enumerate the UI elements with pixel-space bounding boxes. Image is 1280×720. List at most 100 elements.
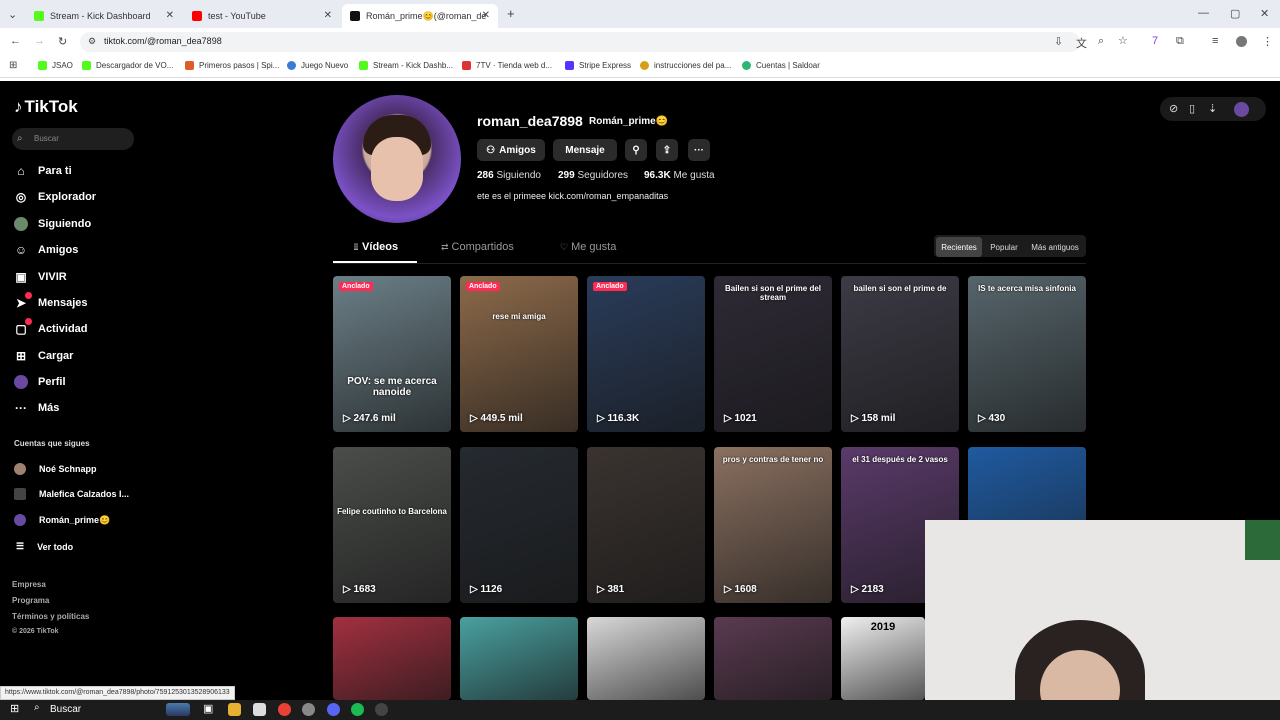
nav-item-perfil[interactable]: Perfil [14,375,66,389]
bookmark-item[interactable]: Primeros pasos | Spi... [185,61,279,70]
following-account[interactable]: Román_prime😊 [14,514,110,526]
forward-icon[interactable]: → [34,35,45,47]
bookmark-item[interactable]: Cuentas | Saldoar [742,61,820,70]
app-icon[interactable] [375,703,388,716]
tab-liked[interactable]: ♡ Me gusta [560,241,616,253]
tab-reposts[interactable]: ⇄ Compartidos [441,241,514,253]
video-thumbnail[interactable]: ▷ 1126 [460,447,578,603]
search-input[interactable]: Buscar [12,128,134,150]
bookmark-item[interactable]: instrucciones del pa... [640,61,731,70]
sort-popular[interactable]: Popular [984,237,1024,257]
nav-item-explorador[interactable]: ◎ Explorador [14,190,96,204]
video-thumbnail[interactable] [460,617,578,700]
browser-tab[interactable]: Stream - Kick Dashboard ✕ [26,4,182,28]
nav-item-mas[interactable]: ··· Más [14,401,59,415]
nav-item-mensajes[interactable]: ➤ Mensajes [14,296,88,310]
stat-following[interactable]: 286 Siguiendo [477,170,541,181]
url-text[interactable]: tiktok.com/@roman_dea7898 [104,36,222,46]
video-thumbnail[interactable]: ▷ 381 [587,447,705,603]
obs-icon[interactable] [302,703,315,716]
discord-icon[interactable] [327,703,340,716]
bookmark-item[interactable]: Descargador de VO... [82,61,173,70]
new-tab-button[interactable]: + [507,6,515,21]
nav-item-para-ti[interactable]: ⌂ Para ti [14,164,71,178]
video-thumbnail[interactable] [714,617,832,700]
zoom-icon[interactable]: ⌕ [1098,35,1104,48]
tab-search-icon[interactable]: ⌄ [8,8,17,21]
footer-link[interactable]: Programa [12,596,49,605]
reload-icon[interactable]: ↻ [58,35,67,48]
bookmark-item[interactable]: JSAO [38,61,73,70]
tab-videos[interactable]: ⦙⦙ Vídeos [354,241,398,253]
menu-icon[interactable]: ⋮ [1262,35,1273,48]
install-icon[interactable]: ⇩ [1054,35,1063,48]
windows-start-icon[interactable]: ⊞ [10,702,19,715]
sort-recent[interactable]: Recientes [936,237,982,257]
video-thumbnail[interactable]: Bailen si son el prime del stream ▷ 1021 [714,276,832,432]
video-thumbnail[interactable]: Anclado POV: se me acerca nanoide ▷ 247.6 … [333,276,451,432]
video-thumbnail[interactable]: bailen si son el prime de ▷ 158 mil [841,276,959,432]
nav-item-vivir[interactable]: ▣ VIVIR [14,270,66,284]
footer-link[interactable]: Empresa [12,580,46,589]
video-thumbnail[interactable]: pros y contras de tener no ▷ 1608 [714,447,832,603]
nav-item-cargar[interactable]: ⊞ Cargar [14,349,74,363]
close-window-icon[interactable]: ✕ [1260,7,1269,20]
bookmark-item[interactable]: Juego Nuevo [287,61,348,70]
share-button[interactable]: ⇪ [656,139,678,161]
apps-icon[interactable]: ⊞ [9,60,17,71]
extension-7tv-icon[interactable]: 7 [1152,35,1158,47]
video-thumbnail[interactable] [587,617,705,700]
see-all-link[interactable]: ☰ Ver todo [14,541,73,552]
device-icon[interactable]: ▯ [1189,102,1195,115]
chrome-icon[interactable] [278,703,291,716]
following-account[interactable]: Malefica Calzados I... [14,488,129,500]
close-tab-icon[interactable]: ✕ [166,10,174,21]
add-friend-button[interactable]: ⚲ [625,139,647,161]
browser-tab-active[interactable]: Román_prime😊(@roman_de... ✕ [342,4,498,28]
translate-icon[interactable]: 文 [1076,35,1087,51]
video-thumbnail[interactable]: Felipe coutinho to Barcelona ▷ 1683 [333,447,451,603]
profile-avatar[interactable] [333,95,461,223]
bookmark-item[interactable]: Stripe Express [565,61,631,70]
taskbar-search-input[interactable]: Buscar [50,704,81,715]
browser-tab[interactable]: test - YouTube ✕ [184,4,340,28]
back-icon[interactable]: ← [10,35,21,47]
minimize-icon[interactable]: — [1198,7,1209,19]
nav-item-siguiendo[interactable]: Siguiendo [14,217,91,231]
bookmark-item[interactable]: Stream - Kick Dashb... [359,61,453,70]
maximize-icon[interactable]: ▢ [1230,7,1240,20]
extensions-icon[interactable]: ⧉ [1176,35,1184,48]
stat-followers[interactable]: 299 Seguidores [558,170,628,181]
message-button[interactable]: Mensaje [553,139,617,161]
more-options-button[interactable]: ··· [688,139,710,161]
bookmark-item[interactable]: 7TV · Tienda web d... [462,61,552,70]
spotify-icon[interactable] [351,703,364,716]
video-thumbnail[interactable]: IS te acerca misa sinfonia ▷ 430 [968,276,1086,432]
profile-avatar-icon[interactable] [1236,36,1247,47]
video-thumbnail[interactable] [333,617,451,700]
store-icon[interactable] [253,703,266,716]
video-thumbnail[interactable]: 2019 [841,617,925,700]
taskbar-search-icon[interactable]: ⌕ [34,702,40,713]
nav-item-amigos[interactable]: ☺ Amigos [14,243,78,257]
sort-oldest[interactable]: Más antiguos [1026,237,1084,257]
site-info-icon[interactable]: ⚙ [88,36,96,47]
bookmark-star-icon[interactable]: ☆ [1118,34,1128,47]
close-tab-icon[interactable]: ✕ [482,10,490,21]
coins-icon[interactable]: ⊘ [1169,102,1178,115]
friends-button[interactable]: ⚇ Amigos [477,139,545,161]
footer-link[interactable]: Términos y políticas [12,612,89,621]
video-thumbnail[interactable]: Anclado ▷ 116.3K [587,276,705,432]
video-thumbnail[interactable]: Anclado rese mi amiga ▷ 449.5 mil [460,276,578,432]
media-icon[interactable]: ≡ [1212,35,1218,47]
following-account[interactable]: Noé Schnapp [14,463,97,475]
file-explorer-icon[interactable] [228,703,241,716]
weather-widget-icon[interactable] [166,703,190,716]
address-bar[interactable] [80,32,1080,52]
nav-item-actividad[interactable]: ▢ Actividad [14,322,87,336]
task-view-icon[interactable]: ▣ [203,702,213,715]
download-icon[interactable]: ⇣ [1208,102,1217,115]
user-avatar[interactable] [1234,102,1249,117]
tiktok-logo[interactable]: ♪ TikTok [14,97,78,117]
close-tab-icon[interactable]: ✕ [324,10,332,21]
